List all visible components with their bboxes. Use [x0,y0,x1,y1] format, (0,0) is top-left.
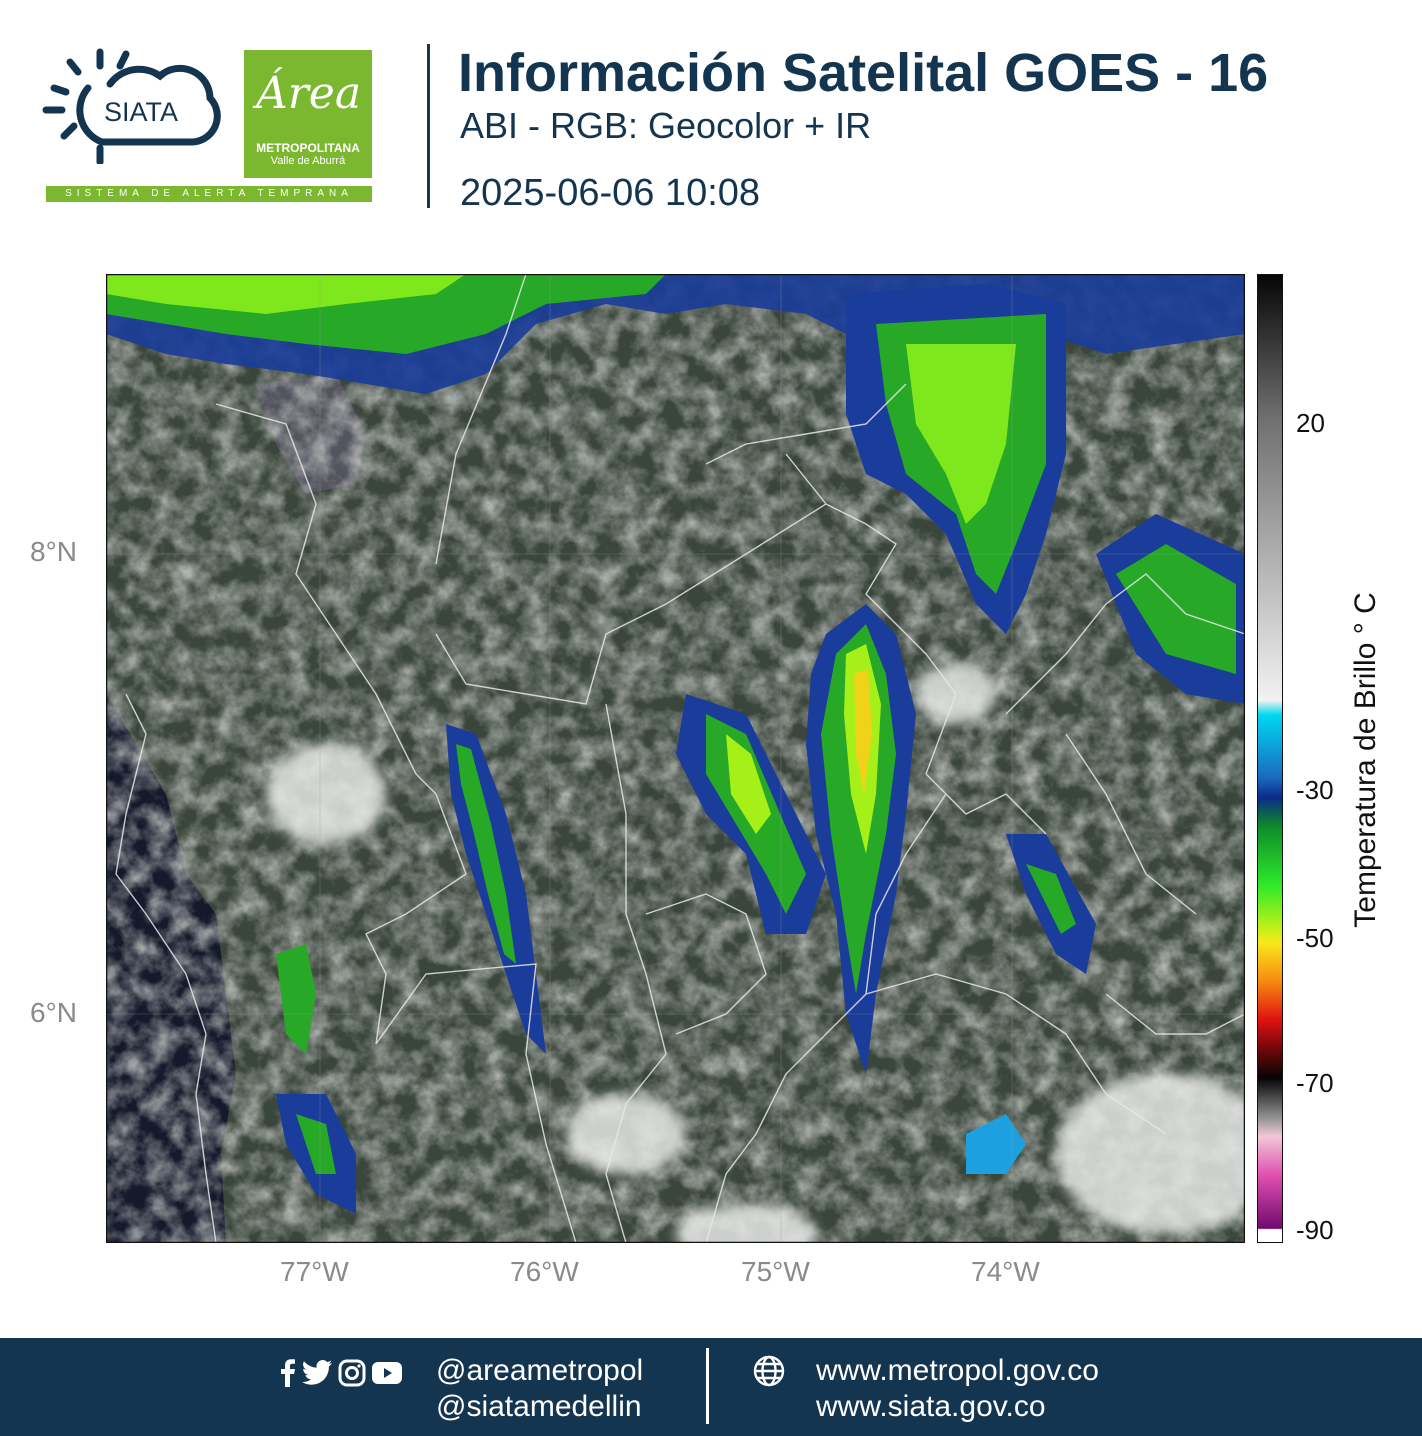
lat-label-8n: 8°N [30,536,77,567]
siata-logo-text: SIATA [104,97,178,127]
page-subtitle: ABI - RGB: Geocolor + IR [460,105,872,146]
footer: @areametropol @siatamedellin www.metropo… [0,1338,1422,1436]
siata-logo: SIATA [42,48,221,164]
lon-label-74w: 74°W [971,1256,1040,1287]
footer-separator [706,1348,709,1424]
globe-icon [753,1355,785,1387]
colorbar-tick-minus70: -70 [1296,1068,1334,1098]
colorbar-tick-minus90: -90 [1296,1215,1334,1245]
social-icons [280,1358,402,1388]
link-siata[interactable]: www.siata.gov.co [816,1389,1046,1425]
facebook-icon[interactable] [280,1359,296,1387]
colorbar-tick-minus30: -30 [1296,775,1334,805]
temperature-colorbar [1257,274,1283,1243]
lon-label-75w: 75°W [741,1256,810,1287]
colorbar-tick-minus50: -50 [1296,923,1334,953]
handle-areametropol[interactable]: @areametropol [436,1353,643,1389]
image-datetime: 2025-06-06 10:08 [460,172,761,214]
page-title: Información Satelital GOES - 16 [458,43,1269,103]
colorbar-title: Temperatura de Brillo ° C [1349,592,1382,928]
area-logo-metropolitana: METROPOLITANA [256,141,360,155]
satellite-map [106,274,1245,1243]
header-separator [427,44,430,208]
twitter-icon[interactable] [302,1360,332,1386]
area-metropolitana-logo: Área METROPOLITANA Valle de Aburrá [244,50,372,178]
area-logo-valle: Valle de Aburrá [270,155,346,167]
colorbar-tick-20: 20 [1296,408,1325,438]
handle-siatamedellin[interactable]: @siatamedellin [436,1389,642,1425]
instagram-icon[interactable] [338,1359,366,1387]
area-logo-script: Área [256,68,362,119]
lat-label-6n: 6°N [30,997,77,1028]
header: SIATA Área METROPOLITANA Valle de Aburrá… [0,0,1422,240]
link-metropol[interactable]: www.metropol.gov.co [816,1353,1099,1389]
youtube-icon[interactable] [372,1362,402,1384]
alert-system-strip: SISTEMA DE ALERTA TEMPRANA [46,186,372,202]
lon-label-76w: 76°W [510,1256,579,1287]
lon-label-77w: 77°W [280,1256,349,1287]
